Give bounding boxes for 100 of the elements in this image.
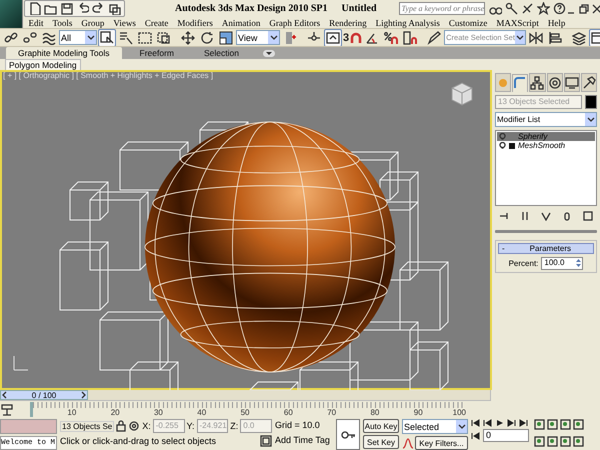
keyboard-shortcut-icon[interactable] [326,30,340,44]
mirror-icon[interactable] [529,30,544,44]
time-slider-thumb[interactable]: 0 / 100 [0,390,88,400]
isolate-selection-icon[interactable] [260,435,272,447]
go-to-start-icon[interactable] [471,419,480,427]
set-key-mode-button[interactable]: Set Key [363,435,399,449]
auto-key-button[interactable]: Auto Key [363,419,399,433]
frame-number: 80 [369,408,380,417]
ribbon-tab[interactable]: Graphite Modeling Tools [6,47,122,59]
select-by-name-icon[interactable] [119,30,133,44]
spinner-arrows-icon[interactable] [575,258,582,268]
viewcube-icon[interactable] [452,82,472,106]
reference-coordinate-dropdown[interactable]: View [236,30,280,45]
star-icon[interactable] [537,2,550,15]
rectangle-selection-icon[interactable] [138,30,152,44]
frame-number: 40 [196,408,206,417]
wave-icon[interactable] [42,30,56,44]
frame-number: 70 [326,408,336,417]
color-swatch[interactable] [585,95,597,109]
help-icon[interactable] [553,2,566,15]
pin-stack-icon[interactable] [499,211,509,221]
parameter-spinner[interactable]: 100.0 [541,257,584,270]
lightbulb-icon[interactable] [499,142,506,150]
transform-mode-icon[interactable] [128,420,140,432]
menu-item[interactable]: Customize [444,18,492,28]
chevron-right-icon[interactable] [81,391,86,399]
selection-count: 13 Objects Se [60,420,114,432]
redo-icon[interactable] [92,2,105,15]
menu-item[interactable]: Tools [48,18,77,28]
project-folder-icon[interactable] [108,2,121,15]
broken-chain-icon[interactable] [23,30,37,44]
time-slider-track[interactable]: 0 / 100 [0,390,490,401]
select-object-icon[interactable] [100,30,114,44]
configure-sets-icon[interactable] [583,211,593,221]
modifier-stack-item[interactable]: Spherify [497,132,595,141]
ribbon-tab[interactable]: Freeform [128,47,186,59]
menu-item[interactable]: Graph Editors [264,18,325,28]
menu-item[interactable]: Group [76,18,109,28]
app-logo-icon[interactable] [0,0,23,28]
pivot-icon[interactable] [283,30,297,44]
key-curve-icon[interactable] [402,438,413,448]
menu-item[interactable]: Help [543,18,570,28]
play-icon[interactable] [495,419,504,427]
chain-link-icon[interactable] [4,30,18,44]
track-bar-icon[interactable] [0,404,14,416]
ribbon-panel-tab[interactable]: Polygon Modeling [5,59,81,70]
key-filters-button[interactable]: Key Filters... [415,436,468,450]
menu-item[interactable]: Modifiers [172,18,218,28]
menu-item[interactable]: Edit [24,18,48,28]
coordinate-label: X: [142,421,151,431]
move-icon[interactable] [181,30,195,44]
selection-filter-dropdown[interactable]: All [59,30,97,45]
magnet-icon[interactable] [350,30,362,44]
document-title: Untitled [342,3,377,14]
maxscript-input-field[interactable] [0,419,57,434]
caret-icon [266,52,272,55]
snap-toggle[interactable]: 3 [343,32,350,44]
restore-icon[interactable] [579,4,590,14]
frame-number: 100 [452,408,466,417]
frame-number: 30 [152,408,163,417]
ribbon-menu-button[interactable] [262,50,275,57]
go-to-end-icon[interactable] [519,419,528,427]
coordinate-label: Z: [230,421,238,431]
menu-item[interactable]: Views [108,18,140,28]
spinner-snap-icon[interactable] [403,30,418,44]
sphere-drawing[interactable] [144,122,396,372]
viewport[interactable] [0,70,492,390]
set-key-button[interactable] [336,419,360,450]
chevron-left-icon[interactable] [2,391,7,399]
ribbon-tab[interactable]: Selection [192,47,251,59]
modifier-list-dropdown[interactable]: Modifier List [495,112,597,127]
search-field[interactable]: Type a keyword or phrase [398,2,486,15]
lock-icon[interactable] [116,420,126,432]
rollout-header[interactable]: - Parameters [498,243,594,254]
add-time-tag[interactable]: Add Time Tag [275,434,333,447]
menu-item[interactable]: Rendering [324,18,372,28]
align-icon[interactable] [548,30,562,44]
show-end-result-icon[interactable] [520,211,530,221]
new-file-icon[interactable] [28,2,41,15]
previous-frame-icon[interactable] [483,419,492,427]
menu-item[interactable]: Animation [217,18,265,28]
layers-icon[interactable] [572,30,586,44]
frame-number: 90 [412,408,423,417]
scale-icon[interactable] [219,30,233,44]
go-to-start-icon[interactable] [471,432,480,440]
rotate-icon[interactable] [200,30,214,44]
track-bar[interactable]: 10 20 30 40 50 60 70 80 90 100 [30,402,466,417]
next-frame-icon[interactable] [507,419,516,427]
save-icon[interactable] [60,2,73,15]
menu-item[interactable]: Create [140,18,173,28]
frame-number: 60 [282,408,293,417]
parameter-label: Percent: [508,259,538,268]
close-icon[interactable] [592,4,600,14]
key-mode-dropdown[interactable]: Selected [402,419,468,434]
current-frame-field[interactable]: 0 [483,429,529,442]
menu-item[interactable]: Lighting Analysis [371,18,444,28]
menu-item[interactable]: MAXScript [492,18,544,28]
window-crossing-icon[interactable] [157,30,171,44]
percent-snap-icon[interactable] [384,30,398,44]
pencil-icon[interactable] [427,30,442,44]
